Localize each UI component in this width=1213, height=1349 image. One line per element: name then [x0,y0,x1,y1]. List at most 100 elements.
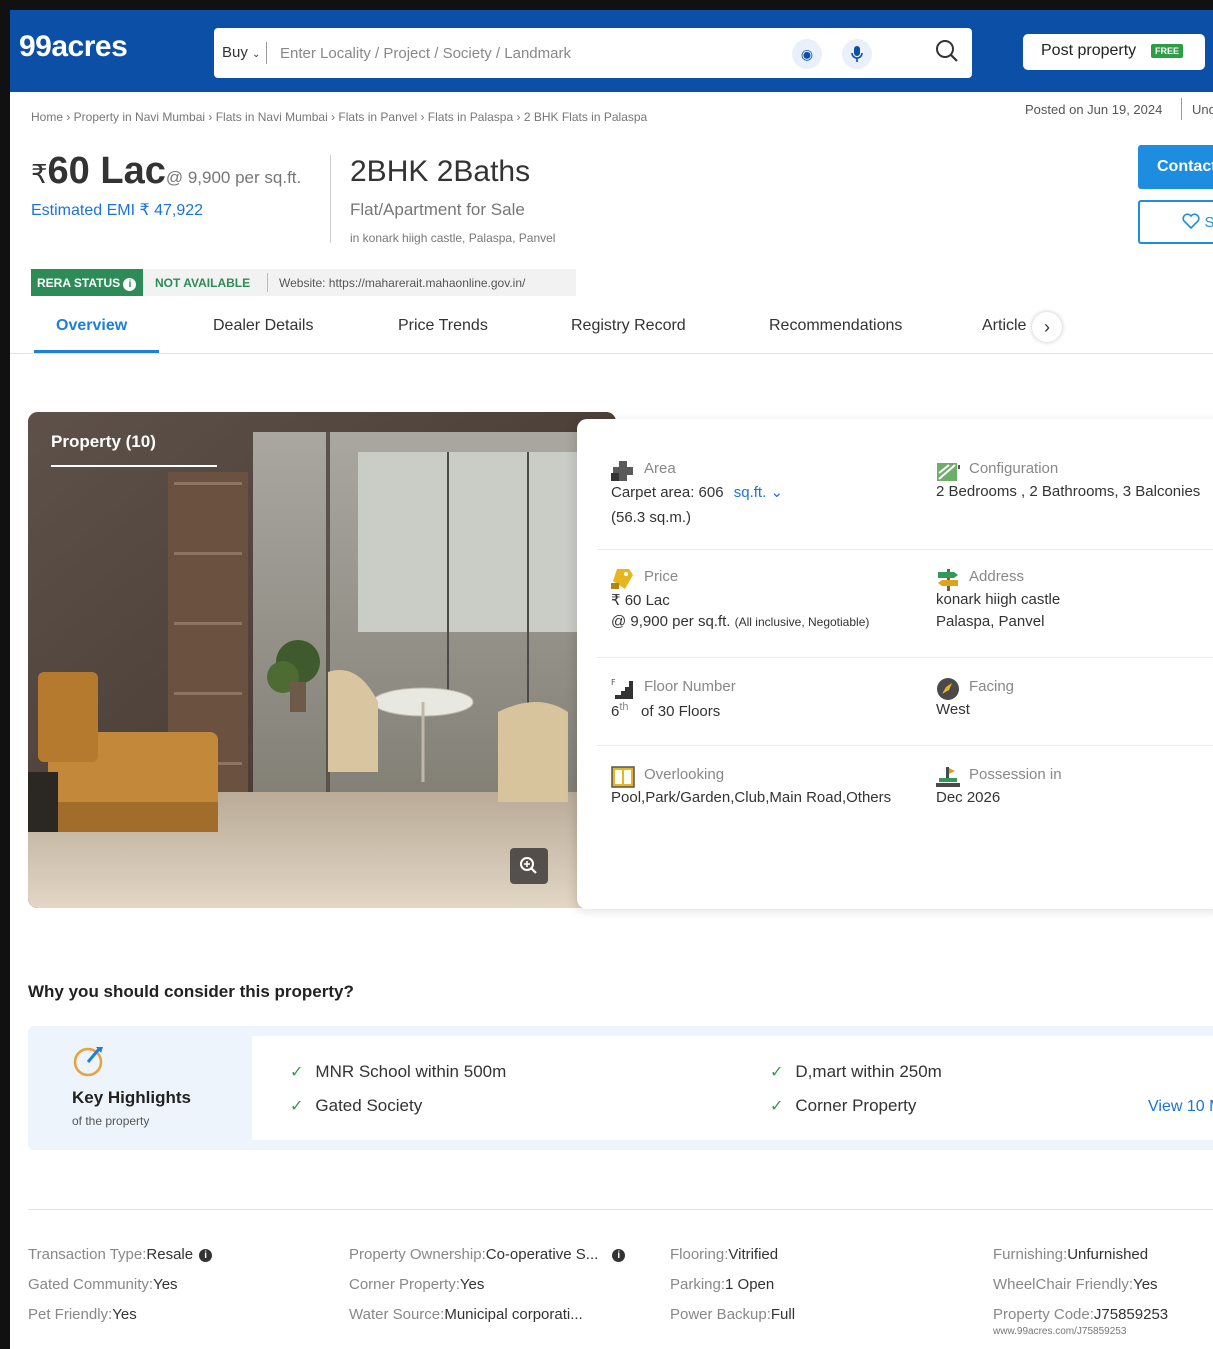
carpet-area-value: Carpet area: 606 [611,484,724,501]
address-line-2: Palaspa, Panvel [936,613,1045,630]
rera-website[interactable]: Website: https://maharerait.mahaonline.g… [279,276,525,290]
detail-row-divider [597,745,1213,746]
attr-value: Resale [146,1246,194,1263]
possession-label: Possession in [969,766,1062,783]
shortlist-button[interactable]: S [1138,200,1213,244]
attr-value: Yes [1133,1276,1158,1293]
logo[interactable]: 99acres [19,30,128,64]
highlight-item: ✓ D,mart within 250m [770,1062,942,1082]
rera-label: RERA STATUS [37,276,121,290]
attr-key: WheelChair Friendly [993,1276,1129,1293]
contact-button[interactable]: Contact [1138,145,1213,189]
area-label: Area [644,460,676,477]
attr-key: Power Backup [670,1306,767,1323]
price-detail-value: ₹ 60 Lac [611,592,670,609]
attr-transaction-type: Transaction Type:Resale i [28,1246,213,1263]
shortlist-label: S [1204,214,1213,231]
chevron-right-icon[interactable]: › [1032,312,1062,342]
window-icon [611,766,635,788]
post-property-button[interactable]: Post property FREE [1023,34,1205,70]
tab-recommendations[interactable]: Recommendations [769,317,902,335]
free-badge: FREE [1151,44,1184,58]
key-highlights-box: Key Highlights of the property ✓ MNR Scho… [28,1026,1213,1150]
tab-articles[interactable]: Article [982,317,1028,335]
svg-text:F: F [611,678,616,687]
attr-key: Gated Community [28,1276,149,1293]
breadcrumb[interactable]: Home › Property in Navi Mumbai › Flats i… [31,110,647,124]
price-note: (All inclusive, Negotiable) [734,615,870,629]
possession-icon [936,767,960,787]
section-divider [28,1209,1213,1210]
attr-flooring: Flooring:Vitrified [670,1246,779,1263]
heart-icon [1182,213,1200,230]
configuration-value: 2 Bedrooms , 2 Bathrooms, 3 Balconies [936,483,1201,500]
info-icon[interactable]: i [123,278,137,291]
attr-key: Flooring [670,1246,725,1263]
highlight-item: ✓ Corner Property [770,1096,916,1116]
microphone-icon[interactable] [842,39,872,69]
facing-label: Facing [969,678,1015,695]
property-photo[interactable]: Property (10) [28,412,616,908]
info-icon[interactable]: i [612,1249,626,1262]
address-label: Address [969,568,1025,585]
attr-parking: Parking:1 Open [670,1276,775,1293]
highlight-text: Gated Society [315,1096,423,1115]
posted-extra: Und [1192,102,1213,117]
attr-pet-friendly: Pet Friendly:Yes [28,1306,137,1323]
area-unit-dropdown[interactable]: sq.ft. ⌄ [734,484,783,501]
listing-subtitle: Flat/Apartment for Sale [350,200,525,219]
price-value: 60 Lac [47,150,166,192]
active-tab-indicator [34,350,159,353]
detail-row-divider [597,549,1213,550]
check-icon: ✓ [770,1098,784,1115]
search-bar: Buy ⌄ ◉ [214,28,972,78]
rera-status-badge: RERA STATUS i [31,269,143,296]
attr-key: Parking [670,1276,721,1293]
buy-dropdown[interactable]: Buy ⌄ [222,44,260,61]
attr-corner-property: Corner Property:Yes [349,1276,485,1293]
tab-dealer-details[interactable]: Dealer Details [213,317,313,335]
price-per-sqft: @ 9,900 per sq.ft. [165,168,302,187]
attr-key: Corner Property [349,1276,456,1293]
currency-symbol: ₹ [31,159,48,189]
attr-gated-community: Gated Community:Yes [28,1276,178,1293]
detail-row-divider [597,657,1213,658]
attr-key: Transaction Type [28,1246,143,1263]
signpost-icon [938,569,958,591]
attr-value: Vitrified [728,1246,779,1263]
attr-value: Unfurnished [1067,1246,1149,1263]
price-block: ₹60 Lac@ 9,900 per sq.ft. [31,150,301,193]
search-icon[interactable] [934,38,960,69]
buy-separator [266,42,267,64]
floor-value: 6th of 30 Floors [611,701,720,720]
compass-icon [937,678,959,700]
estimated-emi-link[interactable]: Estimated EMI ₹ 47,922 [31,200,203,220]
address-line-1: konark hiigh castle [936,591,1061,608]
attr-value: Yes [112,1306,137,1323]
view-more-highlights-link[interactable]: View 10 More [1148,1098,1213,1116]
photo-count-title[interactable]: Property (10) [51,432,156,452]
zoom-in-icon[interactable] [510,848,548,884]
price-detail-rate: @ 9,900 per sq.ft. (All inclusive, Negot… [611,613,869,630]
search-input[interactable] [280,40,780,66]
overlooking-label: Overlooking [644,766,725,783]
attr-power-backup: Power Backup:Full [670,1306,796,1323]
tab-price-trends[interactable]: Price Trends [398,317,488,335]
key-highlights-icon [73,1047,103,1077]
top-header: 99acres Buy ⌄ ◉ Post property FREE [10,10,1213,92]
page-frame: 99acres Buy ⌄ ◉ Post property FREE Home … [10,10,1213,1349]
chevron-down-icon: ⌄ [252,49,261,60]
configuration-label: Configuration [969,460,1059,477]
post-property-label: Post property [1041,42,1137,59]
info-icon[interactable]: i [199,1249,213,1262]
tab-registry-record[interactable]: Registry Record [571,317,686,335]
tab-overview[interactable]: Overview [56,317,127,335]
locate-icon[interactable]: ◉ [792,39,822,69]
attr-property-code: Property Code:J75859253 [993,1306,1169,1323]
floor-number-icon: F [611,678,633,699]
attr-key: Water Source [349,1306,441,1323]
price-rate-text: @ 9,900 per sq.ft. [611,613,731,630]
attr-ownership: Property Ownership:Co-operative S... i [349,1246,626,1263]
property-code-url[interactable]: www.99acres.com/J75859253 [993,1326,1126,1337]
floor-suffix: th [619,701,629,713]
